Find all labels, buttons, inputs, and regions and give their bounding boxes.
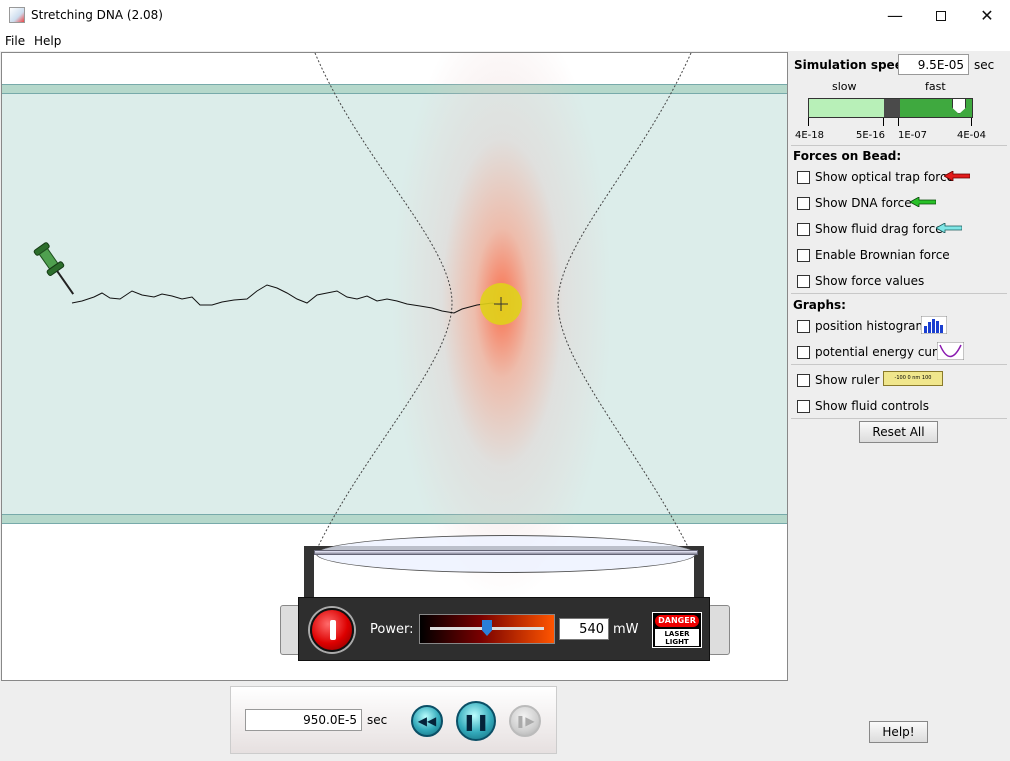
simulation-canvas: Power: 540 mW DANGER LASER LIGHT: [1, 52, 788, 681]
step-icon: ❚▶: [515, 714, 535, 728]
pause-button[interactable]: ❚❚: [456, 701, 496, 741]
histogram-icon: [921, 316, 947, 334]
push-pin-needle: [56, 270, 75, 295]
position-histogram-checkbox[interactable]: [797, 319, 810, 333]
speed-tick: [971, 118, 972, 126]
time-display-field: 950.0E-5: [245, 709, 362, 731]
optical-trap-force-checkbox[interactable]: [797, 170, 810, 184]
laser-power-button[interactable]: [310, 608, 354, 652]
step-button[interactable]: ❚▶: [509, 705, 541, 737]
brownian-force-label: Enable Brownian force: [815, 248, 950, 262]
position-histogram-label: position histogram: [815, 319, 928, 333]
app-icon: [9, 7, 25, 23]
danger-label: DANGER: [655, 615, 699, 627]
speed-tick-label: 1E-07: [898, 130, 928, 141]
potential-energy-checkbox[interactable]: [797, 345, 810, 359]
fluid-drag-force-option[interactable]: Show fluid drag force: [797, 221, 943, 237]
force-values-option[interactable]: Show force values: [797, 273, 924, 289]
position-histogram-option[interactable]: position histogram: [797, 318, 927, 334]
speed-fast-label: fast: [925, 80, 946, 93]
minimize-button[interactable]: —: [872, 0, 918, 31]
forces-heading: Forces on Bead:: [793, 149, 902, 163]
green-arrow-icon: [910, 197, 936, 207]
force-values-checkbox[interactable]: [797, 274, 810, 288]
fluid-controls-checkbox[interactable]: [797, 399, 810, 413]
brownian-force-option[interactable]: Enable Brownian force: [797, 247, 950, 263]
fluid-drag-force-checkbox[interactable]: [797, 222, 810, 236]
dna-force-label: Show DNA force: [815, 196, 912, 210]
restart-button[interactable]: ◀◀: [411, 705, 443, 737]
speed-gap-range: [884, 99, 900, 117]
cyan-arrow-icon: [936, 223, 962, 233]
separator: [791, 364, 1007, 365]
close-icon: ✕: [980, 6, 994, 25]
separator: [791, 418, 1007, 419]
app-window: Stretching DNA (2.08) — ✕ File Help Powe…: [0, 0, 1010, 761]
simulation-speed-slider[interactable]: [808, 98, 973, 118]
optical-trap-force-option[interactable]: Show optical trap force: [797, 169, 954, 185]
ruler-icon-text: -100 0 nm 100: [894, 375, 932, 381]
graphs-heading: Graphs:: [793, 298, 846, 312]
laser-light-label: LASER LIGHT: [655, 629, 699, 646]
ruler-option[interactable]: Show ruler: [797, 372, 879, 388]
ruler-label: Show ruler: [815, 373, 880, 387]
separator: [791, 145, 1007, 146]
maximize-button[interactable]: [918, 0, 964, 31]
minimize-icon: —: [887, 6, 903, 25]
power-unit: mW: [613, 622, 639, 637]
speed-tick: [808, 118, 809, 126]
potential-energy-option[interactable]: potential energy curve: [797, 344, 951, 360]
dna-force-option[interactable]: Show DNA force: [797, 195, 912, 211]
clock-control-panel: 950.0E-5 sec ◀◀ ❚❚ ❚▶: [230, 686, 557, 754]
power-value-field[interactable]: 540: [559, 618, 609, 640]
brownian-force-checkbox[interactable]: [797, 248, 810, 262]
speed-tick-label: 4E-18: [795, 130, 825, 141]
beam-outline-left: [314, 53, 453, 554]
danger-laser-sign: DANGER LASER LIGHT: [652, 612, 702, 648]
speed-tick-label: 5E-16: [856, 130, 886, 141]
potential-energy-label: potential energy curve: [815, 345, 952, 359]
title-bar: Stretching DNA (2.08) — ✕: [0, 0, 1010, 31]
speed-tick: [898, 118, 899, 126]
bead-icon: [480, 283, 522, 325]
power-slider[interactable]: [419, 614, 555, 644]
fluid-controls-label: Show fluid controls: [815, 399, 929, 413]
optical-trap-force-label: Show optical trap force: [815, 170, 954, 184]
speed-tick: [883, 118, 884, 126]
potential-curve-icon: [937, 342, 964, 360]
simulation-speed-field[interactable]: 9.5E-05: [898, 54, 969, 75]
fluid-controls-option[interactable]: Show fluid controls: [797, 398, 929, 414]
speed-slow-label: slow: [832, 80, 857, 93]
help-button[interactable]: Help!: [869, 721, 928, 743]
menu-bar: File Help: [0, 31, 1010, 51]
speed-slow-range: [809, 99, 884, 117]
beam-outline-right: [557, 53, 692, 554]
maximize-icon: [936, 10, 946, 21]
ruler-checkbox[interactable]: [797, 373, 810, 387]
laser-bracket-right: [708, 605, 730, 655]
dna-strand: [71, 284, 501, 314]
objective-bar: [314, 550, 698, 555]
close-button[interactable]: ✕: [964, 0, 1010, 31]
force-values-label: Show force values: [815, 274, 925, 288]
dna-force-checkbox[interactable]: [797, 196, 810, 210]
menu-file[interactable]: File: [5, 34, 25, 48]
rewind-icon: ◀◀: [417, 714, 437, 728]
speed-tick-label: 4E-04: [957, 130, 987, 141]
reset-all-button[interactable]: Reset All: [859, 421, 938, 443]
power-label: Power:: [370, 622, 414, 637]
simulation-speed-unit: sec: [974, 58, 995, 72]
ruler-icon: -100 0 nm 100: [883, 371, 943, 386]
pause-icon: ❚❚: [462, 711, 490, 731]
separator: [791, 293, 1007, 294]
window-title: Stretching DNA (2.08): [31, 8, 163, 22]
push-pin-icon: [33, 242, 75, 295]
power-slider-thumb[interactable]: [482, 620, 492, 636]
fluid-drag-force-label: Show fluid drag force: [815, 222, 943, 236]
time-unit: sec: [367, 713, 388, 727]
red-arrow-icon: [944, 171, 970, 181]
menu-help[interactable]: Help: [34, 34, 61, 48]
